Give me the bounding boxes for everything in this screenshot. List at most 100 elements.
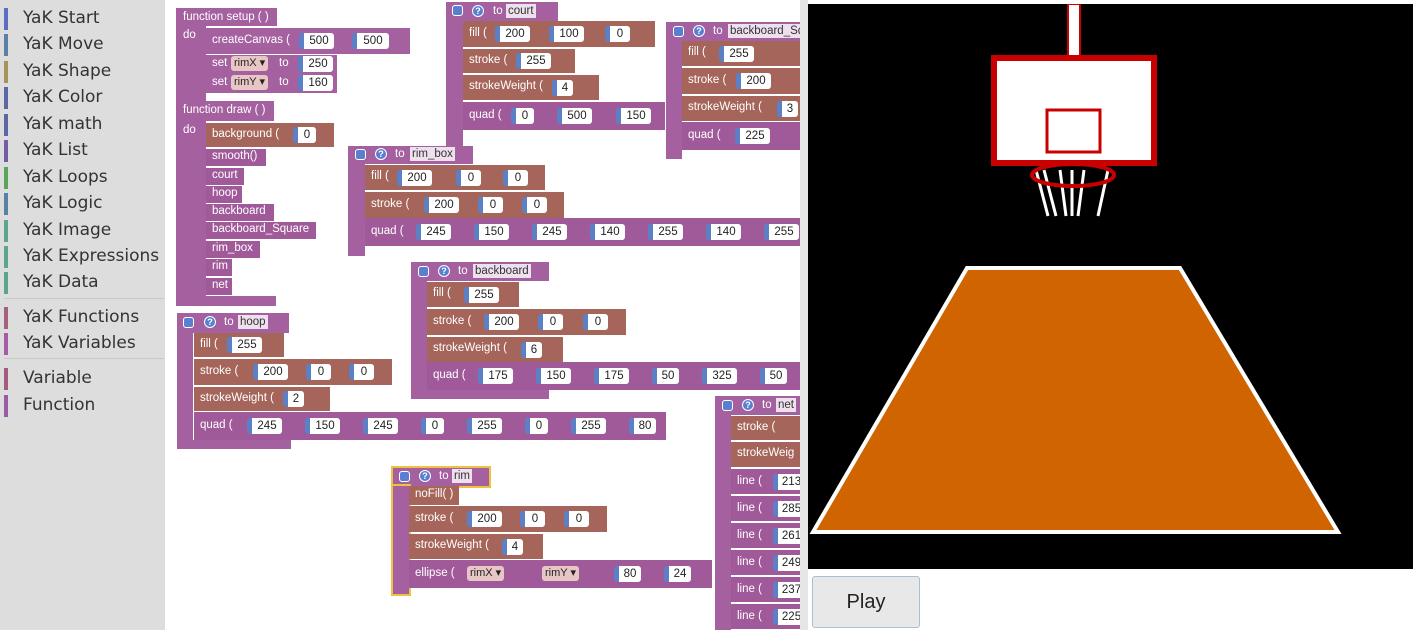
nofill-block[interactable]: noFill( ) [409, 486, 459, 505]
function-setup-block[interactable]: function setup ( ) [176, 8, 277, 26]
quad-arg[interactable]: 80 [629, 418, 656, 434]
strokeweight-block[interactable]: strokeWeig [731, 442, 800, 467]
stroke-g-input[interactable]: 0 [478, 197, 503, 213]
toolbox-category[interactable]: YaK List [4, 139, 88, 162]
stroke-r-input[interactable]: 200 [484, 314, 519, 330]
toolbox-category[interactable]: YaK Data [4, 271, 99, 294]
quad-arg[interactable]: 325 [702, 368, 737, 384]
function-draw-block[interactable]: function draw ( ) [176, 101, 274, 121]
fill-r-input[interactable]: 200 [397, 170, 432, 186]
line-arg[interactable]: 225 [773, 609, 800, 625]
fill-g-input[interactable]: 0 [456, 170, 481, 186]
quad-arg[interactable]: 50 [652, 368, 679, 384]
help-icon[interactable]: ? [693, 25, 705, 37]
line-arg[interactable]: 213 [773, 474, 800, 490]
function-call-block[interactable]: court [206, 168, 244, 185]
quad-arg[interactable]: 245 [363, 418, 398, 434]
fill-value-input[interactable]: 255 [227, 337, 262, 353]
ellipse-h-input[interactable]: 24 [664, 566, 691, 582]
strokeweight-block[interactable]: strokeWeight ( [427, 337, 563, 362]
strokeweight-block[interactable]: strokeWeight ( [194, 387, 330, 411]
function-call-block[interactable]: net [206, 278, 232, 295]
quad-arg[interactable]: 0 [525, 418, 548, 434]
rimy-variable[interactable]: rimY ▾ [231, 75, 268, 90]
toolbox-category[interactable]: YaK Shape [4, 60, 111, 83]
fill-b-input[interactable]: 0 [605, 26, 630, 42]
gear-icon[interactable] [183, 317, 194, 328]
quad-arg[interactable]: 140 [590, 224, 625, 240]
stroke-input[interactable]: 255 [516, 53, 551, 69]
ellipse-w-input[interactable]: 80 [614, 566, 641, 582]
quad-arg[interactable]: 150 [536, 368, 571, 384]
quad-arg[interactable]: 255 [571, 418, 606, 434]
help-icon[interactable]: ? [438, 265, 450, 277]
fill-g-input[interactable]: 100 [549, 26, 584, 42]
toolbox-category[interactable]: YaK Loops [4, 166, 108, 189]
quad-arg[interactable]: 150 [474, 224, 509, 240]
line-arg[interactable]: 249 [773, 555, 800, 571]
toolbox-category[interactable]: YaK math [4, 113, 102, 136]
stroke-r-input[interactable]: 200 [467, 511, 502, 527]
toolbox-category[interactable]: Variable [4, 367, 92, 390]
function-name-field[interactable]: rim [452, 469, 472, 483]
quad-arg[interactable]: 0 [421, 418, 444, 434]
function-name-field[interactable]: hoop [238, 315, 268, 329]
stroke-b-input[interactable]: 0 [583, 314, 608, 330]
line-arg[interactable]: 285 [773, 501, 800, 517]
help-icon[interactable]: ? [419, 470, 431, 482]
gear-icon[interactable] [399, 471, 410, 482]
fill-input[interactable]: 255 [719, 46, 754, 62]
stroke-g-input[interactable]: 0 [520, 511, 545, 527]
function-call-block[interactable]: hoop [206, 186, 242, 203]
workspace-scrollbar[interactable] [800, 0, 808, 630]
stroke-b-input[interactable]: 0 [349, 364, 374, 380]
rimx-variable[interactable]: rimX ▾ [231, 56, 269, 71]
toolbox-category[interactable]: YaK Variables [4, 332, 136, 355]
quad-arg[interactable]: 255 [764, 224, 799, 240]
fill-b-input[interactable]: 0 [503, 170, 528, 186]
quad-arg[interactable]: 175 [478, 368, 513, 384]
fill-r-input[interactable]: 200 [495, 26, 530, 42]
quad-arg[interactable]: 0 [511, 108, 534, 124]
function-call-block[interactable]: rim_box [206, 241, 260, 258]
function-name-field[interactable]: backboard_Sq [728, 24, 800, 38]
quad-arg[interactable]: 175 [594, 368, 629, 384]
gear-icon[interactable] [673, 26, 684, 37]
stroke-g-input[interactable]: 0 [538, 314, 563, 330]
rimx-value-input[interactable]: 250 [298, 56, 333, 72]
function-call-block[interactable]: backboard_Square [206, 222, 316, 239]
function-call-block[interactable]: rim [206, 259, 232, 276]
rimy-variable[interactable]: rimY ▾ [542, 566, 579, 581]
quad-arg[interactable]: 150 [305, 418, 340, 434]
quad-arg[interactable]: 225 [735, 128, 770, 144]
background-value-input[interactable]: 0 [293, 127, 316, 143]
quad-arg[interactable]: 140 [706, 224, 741, 240]
quad-arg[interactable]: 245 [416, 224, 451, 240]
quad-arg[interactable]: 500 [557, 108, 592, 124]
function-call-block[interactable]: smooth() [206, 149, 266, 166]
stroke-g-input[interactable]: 0 [306, 364, 331, 380]
toolbox-category[interactable]: YaK Logic [4, 192, 102, 215]
strokeweight-input[interactable]: 6 [521, 342, 542, 358]
canvas-width-input[interactable]: 500 [299, 33, 334, 49]
stroke-b-input[interactable]: 0 [564, 511, 589, 527]
line-arg[interactable]: 237 [773, 582, 800, 598]
rimy-value-input[interactable]: 160 [298, 75, 333, 91]
stroke-r-input[interactable]: 200 [253, 364, 288, 380]
stroke-block[interactable]: stroke ( [731, 416, 800, 440]
strokeweight-input[interactable]: 4 [502, 539, 523, 555]
toolbox-category[interactable]: YaK Image [4, 219, 111, 242]
line-arg[interactable]: 261 [773, 528, 800, 544]
strokeweight-input[interactable]: 4 [552, 80, 573, 96]
function-name-field[interactable]: backboard [473, 264, 531, 278]
function-call-block[interactable]: backboard [206, 204, 274, 221]
stroke-b-input[interactable]: 0 [522, 197, 547, 213]
quad-arg[interactable]: 50 [760, 368, 787, 384]
stroke-input[interactable]: 200 [736, 73, 771, 89]
quad-arg[interactable]: 245 [532, 224, 567, 240]
block-workspace[interactable]: function setup ( ) do createCanvas ( 500… [165, 0, 800, 630]
toolbox-category[interactable]: Function [4, 394, 95, 417]
help-icon[interactable]: ? [742, 399, 754, 411]
canvas-height-input[interactable]: 500 [352, 33, 389, 49]
quad-arg[interactable]: 245 [247, 418, 282, 434]
